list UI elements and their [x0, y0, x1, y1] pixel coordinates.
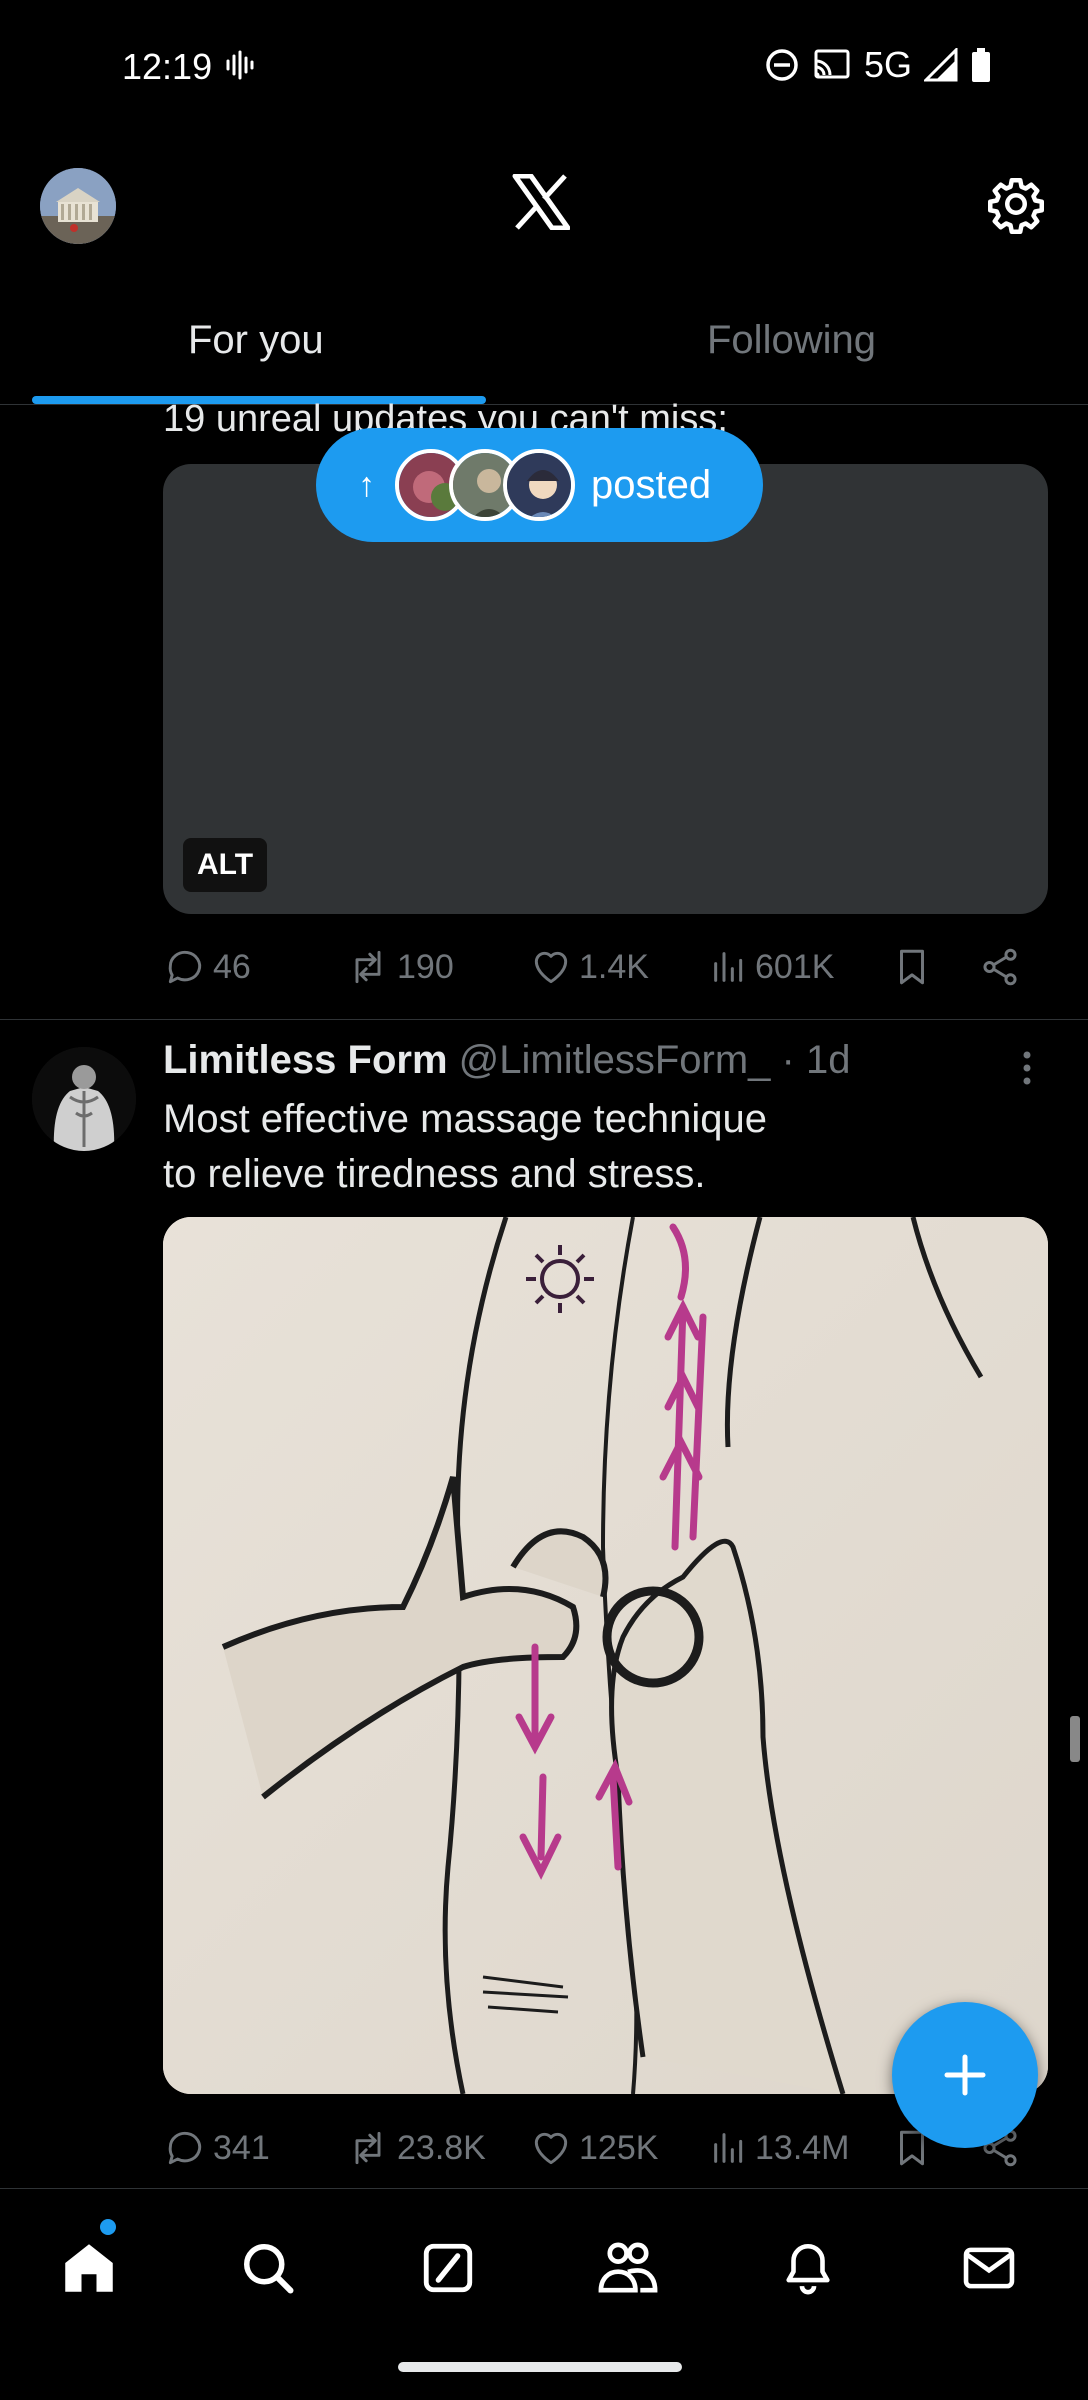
- profile-avatar[interactable]: [40, 168, 116, 244]
- reply-button[interactable]: 46: [163, 945, 345, 989]
- nav-grok[interactable]: [413, 2233, 483, 2303]
- tweet-text: Most effective massage technique to reli…: [163, 1092, 1043, 1202]
- reply-count: 46: [213, 947, 251, 986]
- notifications-icon: [786, 2243, 830, 2295]
- signal-icon: [924, 48, 958, 82]
- reply-button[interactable]: 341: [163, 2126, 345, 2170]
- compose-button[interactable]: [892, 2002, 1038, 2148]
- gesture-bar[interactable]: [398, 2362, 682, 2372]
- views-button[interactable]: 13.4M: [709, 2126, 891, 2170]
- tweet-actions: 46 190 1.4K 601K: [163, 937, 1048, 997]
- home-icon: [65, 2244, 113, 2292]
- author-name[interactable]: Limitless Form: [163, 1038, 448, 1082]
- status-bar: 12:19 5G: [0, 0, 1088, 135]
- network-type: 5G: [863, 44, 912, 85]
- repost-button[interactable]: 190: [345, 945, 529, 989]
- sound-wave-icon: [226, 50, 254, 80]
- reply-count: 341: [213, 2128, 270, 2167]
- views-icon: [714, 952, 743, 982]
- like-count: 125K: [579, 2128, 659, 2167]
- tweet-text-line: to relieve tiredness and stress.: [163, 1152, 706, 1196]
- nav-communities[interactable]: [593, 2233, 663, 2303]
- x-logo-icon[interactable]: [512, 174, 570, 230]
- battery-icon: [972, 48, 990, 82]
- share-button[interactable]: [979, 945, 1021, 989]
- tweet-divider: [0, 1019, 1088, 1020]
- massage-illustration: [163, 1217, 1048, 2094]
- cast-icon: [814, 49, 850, 79]
- bookmark-icon: [900, 949, 924, 985]
- views-button[interactable]: 601K: [709, 945, 891, 989]
- avatar: [503, 449, 575, 521]
- nav-messages[interactable]: [954, 2233, 1024, 2303]
- nav-search[interactable]: [233, 2233, 303, 2303]
- repost-icon: [355, 2131, 381, 2165]
- repost-count: 190: [397, 947, 454, 986]
- repost-count: 23.8K: [397, 2128, 486, 2167]
- gear-icon[interactable]: [986, 174, 1046, 234]
- author-avatar[interactable]: [32, 1047, 136, 1151]
- tweet-media[interactable]: [163, 1217, 1048, 2094]
- do-not-disturb-icon: [766, 49, 798, 81]
- views-icon: [714, 2133, 743, 2163]
- heart-icon: [534, 951, 568, 984]
- like-button[interactable]: 1.4K: [529, 945, 709, 989]
- tweet-author-line: Limitless Form @LimitlessForm_ · 1d: [163, 1038, 850, 1083]
- reply-icon: [168, 2131, 202, 2165]
- new-posts-pill[interactable]: ↑ posted: [316, 428, 763, 542]
- repost-button[interactable]: 23.8K: [345, 2126, 529, 2170]
- nav-notifications[interactable]: [773, 2233, 843, 2303]
- messages-icon: [963, 2247, 1015, 2289]
- view-count: 13.4M: [755, 2128, 850, 2167]
- tab-for-you[interactable]: For you: [188, 318, 324, 363]
- view-count: 601K: [755, 947, 835, 986]
- search-icon: [244, 2244, 294, 2294]
- scrollbar-thumb[interactable]: [1070, 1716, 1080, 1762]
- author-handle[interactable]: @LimitlessForm_: [459, 1038, 771, 1082]
- timeline-tabs: For you Following: [0, 300, 1088, 405]
- bottom-navigation: [0, 2188, 1088, 2348]
- repost-icon: [355, 950, 381, 984]
- plus-icon: [944, 2054, 986, 2096]
- posted-label: posted: [591, 462, 712, 507]
- tweet-text-line: Most effective massage technique: [163, 1097, 768, 1141]
- like-count: 1.4K: [579, 947, 649, 986]
- communities-icon: [598, 2242, 658, 2293]
- like-button[interactable]: 125K: [529, 2126, 709, 2170]
- tweet-time: · 1d: [781, 1038, 851, 1082]
- arrow-up-icon: ↑: [358, 465, 375, 504]
- alt-badge[interactable]: ALT: [183, 838, 268, 892]
- nav-home[interactable]: [54, 2233, 124, 2303]
- reply-icon: [168, 950, 202, 984]
- more-options-icon[interactable]: [1020, 1050, 1034, 1086]
- grok-icon: [423, 2243, 473, 2293]
- unread-dot: [100, 2219, 116, 2235]
- tab-following[interactable]: Following: [707, 318, 876, 363]
- bookmark-button[interactable]: [891, 945, 979, 989]
- status-time: 12:19: [122, 46, 213, 87]
- heart-icon: [534, 2132, 568, 2165]
- share-icon: [983, 948, 1017, 986]
